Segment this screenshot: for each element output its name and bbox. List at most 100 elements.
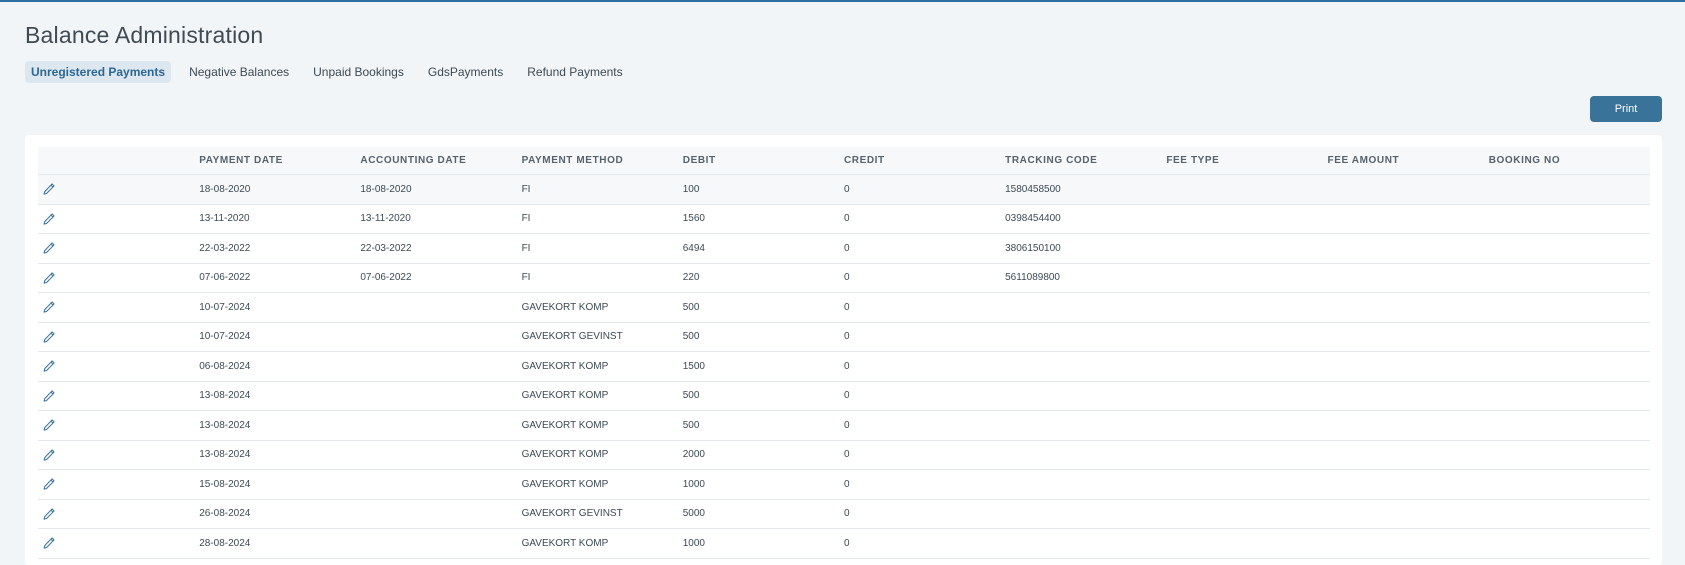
pencil-icon[interactable] (42, 300, 56, 314)
table-row[interactable]: 06-08-2024 GAVEKORT KOMP 1500 0 (38, 351, 1650, 382)
pencil-icon[interactable] (42, 507, 56, 521)
cell-fee-type (1166, 174, 1328, 205)
cell-payment-date: 07-06-2022 (199, 263, 361, 293)
cell-tracking-code (1005, 440, 1167, 470)
cell-debit: 1000 (682, 469, 844, 500)
cell-credit: 0 (843, 233, 1006, 264)
cell-tracking-code (1005, 469, 1167, 500)
table-row[interactable]: 22-03-2022 22-03-2022 FI 6494 0 3806150100 (38, 233, 1650, 264)
table-row[interactable]: 13-08-2024 GAVEKORT KOMP 2000 0 (38, 440, 1650, 470)
pencil-icon[interactable] (42, 271, 56, 285)
print-button[interactable]: Print (1590, 96, 1662, 122)
pencil-icon[interactable] (42, 212, 56, 226)
tab-gds-payments[interactable]: GdsPayments (422, 61, 509, 83)
cell-payment-date: 26-08-2024 (199, 499, 361, 529)
table-body: 18-08-2020 18-08-2020 FI 100 0 1580458500 13-1… (38, 174, 1650, 559)
edit-cell (38, 233, 200, 264)
payments-panel: PAYMENT DATE ACCOUNTING DATE PAYMENT MET… (25, 135, 1662, 565)
cell-credit: 0 (843, 410, 1006, 441)
cell-booking-no (1488, 322, 1650, 352)
table-row[interactable]: 10-07-2024 GAVEKORT GEVINST 500 0 (38, 322, 1650, 352)
cell-accounting-date: 07-06-2022 (360, 263, 522, 293)
cell-credit: 0 (843, 381, 1006, 411)
column-header-debit[interactable]: DEBIT (682, 147, 844, 175)
table-row[interactable]: 07-06-2022 07-06-2022 FI 220 0 5611089800 (38, 263, 1650, 293)
cell-fee-type (1166, 204, 1328, 234)
cell-fee-type (1166, 322, 1328, 352)
cell-debit: 6494 (682, 233, 844, 264)
cell-debit: 2000 (682, 440, 844, 470)
edit-cell (38, 499, 200, 529)
cell-tracking-code: 3806150100 (1005, 233, 1167, 264)
pencil-icon[interactable] (42, 330, 56, 344)
pencil-icon[interactable] (42, 418, 56, 432)
cell-booking-no (1488, 174, 1650, 205)
tab-unpaid-bookings[interactable]: Unpaid Bookings (307, 61, 410, 83)
table-row[interactable]: 18-08-2020 18-08-2020 FI 100 0 1580458500 (38, 174, 1650, 205)
tab-unregistered-payments[interactable]: Unregistered Payments (25, 61, 172, 83)
cell-debit: 500 (682, 381, 844, 411)
pencil-icon[interactable] (42, 241, 56, 255)
cell-debit: 500 (682, 410, 844, 441)
cell-tracking-code (1005, 528, 1167, 559)
column-header-tracking-code[interactable]: TRACKING CODE (1005, 147, 1167, 175)
cell-payment-date: 13-08-2024 (199, 381, 361, 411)
edit-cell (38, 292, 200, 323)
cell-fee-amount (1327, 499, 1489, 529)
pencil-icon[interactable] (42, 389, 56, 403)
column-header-fee-type[interactable]: FEE TYPE (1166, 147, 1328, 175)
cell-payment-date: 15-08-2024 (199, 469, 361, 500)
cell-accounting-date (360, 292, 522, 323)
cell-payment-date: 10-07-2024 (199, 322, 361, 352)
table-row[interactable]: 10-07-2024 GAVEKORT KOMP 500 0 (38, 292, 1650, 323)
edit-cell (38, 263, 200, 293)
cell-booking-no (1488, 263, 1650, 293)
cell-booking-no (1488, 469, 1650, 500)
pencil-icon[interactable] (42, 477, 56, 491)
cell-tracking-code: 5611089800 (1005, 263, 1167, 293)
pencil-icon[interactable] (42, 536, 56, 550)
tab-refund-payments[interactable]: Refund Payments (521, 61, 628, 83)
cell-payment-method: FI (521, 233, 683, 264)
cell-payment-method: GAVEKORT KOMP (521, 440, 683, 470)
cell-accounting-date (360, 322, 522, 352)
edit-cell (38, 410, 200, 441)
cell-payment-date: 06-08-2024 (199, 351, 361, 382)
column-header-accounting-date[interactable]: ACCOUNTING DATE (360, 147, 522, 175)
table-row[interactable]: 13-08-2024 GAVEKORT KOMP 500 0 (38, 381, 1650, 411)
table-row[interactable]: 28-08-2024 GAVEKORT KOMP 1000 0 (38, 528, 1650, 559)
cell-payment-method: GAVEKORT KOMP (521, 469, 683, 500)
edit-cell (38, 174, 200, 205)
cell-payment-method: GAVEKORT KOMP (521, 381, 683, 411)
tab-negative-balances[interactable]: Negative Balances (183, 61, 295, 83)
cell-debit: 1500 (682, 351, 844, 382)
cell-debit: 500 (682, 322, 844, 352)
cell-fee-type (1166, 351, 1328, 382)
pencil-icon[interactable] (42, 182, 56, 196)
top-accent-bar (0, 0, 1685, 2)
cell-booking-no (1488, 528, 1650, 559)
column-header-booking-no[interactable]: BOOKING NO (1488, 147, 1650, 175)
cell-debit: 100 (682, 174, 844, 205)
pencil-icon[interactable] (42, 448, 56, 462)
cell-fee-amount (1327, 292, 1489, 323)
column-header-payment-date[interactable]: PAYMENT DATE (199, 147, 361, 175)
cell-booking-no (1488, 381, 1650, 411)
column-header-credit[interactable]: CREDIT (843, 147, 1006, 175)
table-row[interactable]: 15-08-2024 GAVEKORT KOMP 1000 0 (38, 469, 1650, 500)
cell-payment-method: GAVEKORT KOMP (521, 528, 683, 559)
cell-payment-method: GAVEKORT KOMP (521, 351, 683, 382)
cell-debit: 1560 (682, 204, 844, 234)
table-row[interactable]: 13-08-2024 GAVEKORT KOMP 500 0 (38, 410, 1650, 441)
cell-booking-no (1488, 440, 1650, 470)
pencil-icon[interactable] (42, 359, 56, 373)
table-row[interactable]: 13-11-2020 13-11-2020 FI 1560 0 0398454400 (38, 204, 1650, 234)
cell-accounting-date: 22-03-2022 (360, 233, 522, 264)
column-header-fee-amount[interactable]: FEE AMOUNT (1327, 147, 1489, 175)
cell-payment-date: 18-08-2020 (199, 174, 361, 205)
cell-payment-date: 22-03-2022 (199, 233, 361, 264)
cell-fee-type (1166, 263, 1328, 293)
cell-debit: 1000 (682, 528, 844, 559)
table-row[interactable]: 26-08-2024 GAVEKORT GEVINST 5000 0 (38, 499, 1650, 529)
column-header-payment-method[interactable]: PAYMENT METHOD (521, 147, 683, 175)
